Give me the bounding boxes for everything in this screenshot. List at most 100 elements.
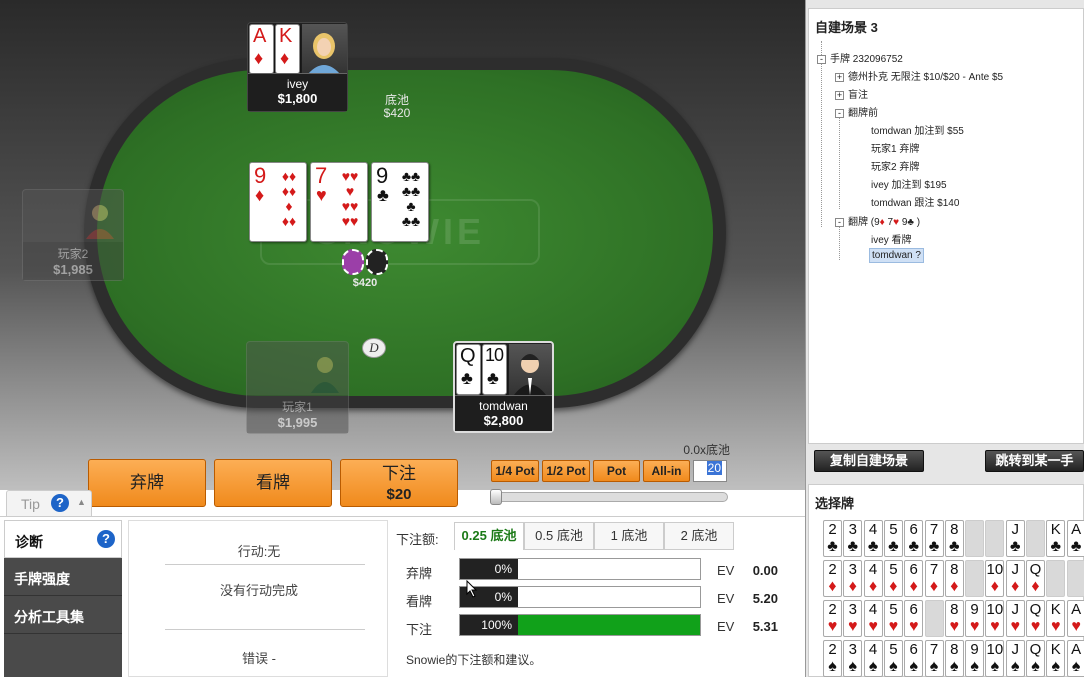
card-option[interactable]: 7 ♠: [924, 640, 944, 677]
card-option[interactable]: 10 ♠: [985, 640, 1005, 677]
card-option[interactable]: 2 ♦: [823, 560, 842, 597]
card-option[interactable]: J ♦: [1005, 560, 1025, 597]
card-option[interactable]: 5 ♣: [883, 520, 903, 557]
tip-label: Tip: [21, 496, 40, 512]
card-option[interactable]: 8 ♥: [944, 600, 964, 637]
help-icon[interactable]: ?: [97, 530, 115, 548]
seat-ivey[interactable]: A ♦ K ♦ ivey $1,800: [247, 22, 348, 112]
tree-label: 手牌 232096752: [830, 54, 903, 65]
tree-node-action[interactable]: 玩家1 弃牌: [871, 140, 919, 155]
tip-tab[interactable]: Tip ? ▲: [6, 490, 92, 516]
card-option[interactable]: 8 ♣: [944, 520, 964, 557]
club-icon: ♣: [1050, 538, 1062, 555]
help-icon[interactable]: ?: [51, 494, 69, 512]
tree-node-hand[interactable]: - 手牌 232096752: [817, 50, 903, 65]
card-option[interactable]: 5 ♥: [883, 600, 903, 637]
caret-up-icon[interactable]: ▲: [77, 497, 86, 507]
quarter-pot-button[interactable]: 1/4 Pot: [491, 460, 539, 482]
card-option[interactable]: 6 ♦: [904, 560, 924, 597]
card-option[interactable]: 6 ♣: [904, 520, 924, 557]
card-option[interactable]: 3 ♦: [843, 560, 863, 597]
card-option[interactable]: 4 ♦: [863, 560, 883, 597]
seat-player1[interactable]: 玩家1 $1,995: [246, 341, 349, 434]
card-option[interactable]: J ♣: [1005, 520, 1025, 557]
card-rank: 6: [909, 641, 918, 658]
half-pot-button[interactable]: 1/2 Pot: [542, 460, 590, 482]
card-option[interactable]: 8 ♦: [944, 560, 964, 597]
collapse-icon[interactable]: -: [835, 108, 844, 118]
nav-diagnosis[interactable]: 诊断 ?: [4, 520, 122, 558]
spade-icon: ♠: [889, 658, 898, 675]
card-option[interactable]: 3 ♥: [843, 600, 863, 637]
card-option[interactable]: 3 ♣: [843, 520, 863, 557]
tree-node-blinds[interactable]: + 盲注: [835, 86, 868, 101]
card-option[interactable]: J ♥: [1005, 600, 1025, 637]
card-rank: Q: [1029, 601, 1042, 618]
tree-node-action[interactable]: tomdwan 加注到 $55: [871, 122, 964, 137]
card-option[interactable]: 10 ♦: [985, 560, 1005, 597]
card-option[interactable]: 6 ♥: [904, 600, 924, 637]
card-option[interactable]: 3 ♠: [843, 640, 863, 677]
tab-full-pot[interactable]: 1 底池: [594, 522, 664, 550]
card-option[interactable]: K ♥: [1046, 600, 1066, 637]
expand-icon[interactable]: +: [835, 90, 844, 100]
bet-amount-input[interactable]: 20: [693, 460, 727, 482]
card-option[interactable]: 5 ♦: [883, 560, 903, 597]
nav-hand-strength[interactable]: 手牌强度: [4, 558, 122, 596]
jump-to-hand-button[interactable]: 跳转到某一手: [985, 450, 1084, 472]
card-option[interactable]: A ♣: [1066, 520, 1084, 557]
card-option[interactable]: 4 ♠: [863, 640, 883, 677]
tree-node-flop[interactable]: - 翻牌 (9♦ 7♥ 9♣ ): [835, 213, 920, 228]
card-option[interactable]: K ♣: [1046, 520, 1066, 557]
expand-icon[interactable]: +: [835, 72, 844, 82]
card-option[interactable]: 7 ♦: [924, 560, 944, 597]
collapse-icon[interactable]: -: [817, 54, 826, 64]
card-option[interactable]: A ♥: [1066, 600, 1084, 637]
card-option[interactable]: Q ♠: [1026, 640, 1045, 677]
tab-double-pot[interactable]: 2 底池: [664, 522, 734, 550]
card-option[interactable]: K ♠: [1046, 640, 1066, 677]
card-option[interactable]: 9 ♥: [965, 600, 985, 637]
tree-node-action[interactable]: ivey 加注到 $195: [871, 176, 947, 191]
card-option[interactable]: 4 ♥: [863, 600, 883, 637]
card-option[interactable]: 5 ♠: [883, 640, 903, 677]
tab-half-pot[interactable]: 0.5 底池: [524, 522, 594, 550]
card-option[interactable]: 7 ♣: [924, 520, 944, 557]
card-option[interactable]: 10 ♥: [985, 600, 1005, 637]
slider-handle[interactable]: [490, 489, 502, 505]
tree-node-action[interactable]: 玩家2 弃牌: [871, 158, 919, 173]
tab-quarter-pot[interactable]: 0.25 底池: [454, 522, 524, 550]
nav-tools[interactable]: 分析工具集: [4, 596, 122, 634]
card-option[interactable]: A ♠: [1066, 640, 1084, 677]
seat-tomdwan[interactable]: Q ♣ 10 ♣ tomdwan $2,800: [453, 341, 554, 433]
diamond-icon: ♦: [929, 578, 939, 595]
tree-node-game[interactable]: + 德州扑克 无限注 $10/$20 - Ante $5: [835, 68, 1003, 83]
copy-scenario-button[interactable]: 复制自建场景: [814, 450, 924, 472]
tree-node-action[interactable]: ivey 看牌: [871, 231, 912, 246]
allin-button[interactable]: All-in: [643, 460, 690, 482]
card-option[interactable]: 2 ♠: [823, 640, 842, 677]
club-icon: ♣: [827, 538, 838, 555]
pot-chips: [340, 247, 392, 277]
card-option[interactable]: Q ♥: [1026, 600, 1045, 637]
hole-card-1: Q ♣: [456, 344, 481, 395]
card-option[interactable]: 2 ♣: [823, 520, 842, 557]
collapse-icon[interactable]: -: [835, 217, 844, 227]
card-option[interactable]: 2 ♥: [823, 600, 842, 637]
seat-player2[interactable]: 玩家2 $1,985: [22, 189, 124, 281]
bet-slider[interactable]: [490, 489, 728, 505]
tree-node-current[interactable]: tomdwan ?: [869, 248, 924, 263]
card-option[interactable]: 6 ♠: [904, 640, 924, 677]
card-option[interactable]: 4 ♣: [863, 520, 883, 557]
pot-button[interactable]: Pot: [593, 460, 640, 482]
tree-node-action[interactable]: tomdwan 跟注 $140: [871, 194, 959, 209]
card-option[interactable]: 8 ♠: [944, 640, 964, 677]
card-option[interactable]: Q ♦: [1026, 560, 1045, 597]
check-button[interactable]: 看牌: [214, 459, 332, 507]
card-option[interactable]: 9 ♠: [965, 640, 985, 677]
tree-node-preflop[interactable]: - 翻牌前: [835, 104, 878, 119]
fold-button[interactable]: 弃牌: [88, 459, 206, 507]
card-option[interactable]: J ♠: [1005, 640, 1025, 677]
club-icon: ♣: [949, 538, 960, 555]
bet-button[interactable]: 下注 $20: [340, 459, 458, 507]
